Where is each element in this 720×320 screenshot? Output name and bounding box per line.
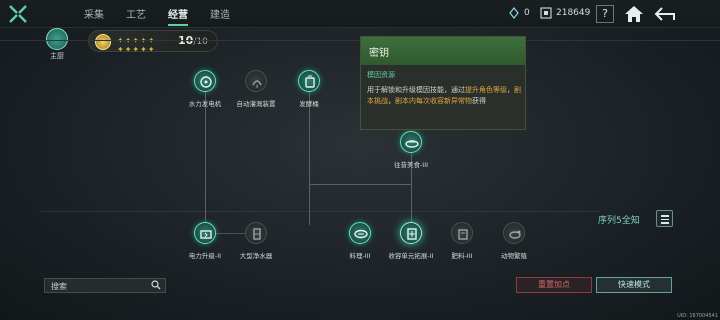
user-id: UID: 167004541 [677,313,718,319]
nav-tabs: 采集 工艺 经营 建造 [84,6,230,26]
character-avatar[interactable] [46,28,68,50]
node-label: 往昔美食-III [393,161,429,169]
tooltip-category: 模因资源 [367,71,395,79]
node-label: 大型净水器 [239,252,273,260]
tree-line [205,91,206,225]
sequence-menu-button[interactable] [656,210,673,227]
animal-icon [509,230,521,239]
tree-line [309,91,310,225]
node-label: 水力发电机 [188,100,222,108]
irrigation-icon [252,80,262,88]
node-label: 肥料-III [451,252,473,260]
node-old-cuisine[interactable] [400,131,422,153]
currency1-value: 0 [524,8,530,18]
cooking-icon [354,229,368,239]
tooltip-description: 用于解锁和升级模因技能，通过提升角色等级，剧本挑战，剧本内每次收容新异常物获得 [367,86,521,105]
node-auto-irrigation[interactable] [245,70,267,92]
node-fertilizer[interactable] [451,222,473,244]
item-tooltip: 密钥 模因资源 用于解锁和升级模因技能，通过提升角色等级，剧本挑战，剧本内每次收… [360,36,526,130]
top-bar: 采集 工艺 经营 建造 0 218649 ? [0,0,720,28]
node-cooking[interactable] [349,222,371,244]
node-power-upgrade[interactable] [194,222,216,244]
crystal-currency-icon [509,7,519,19]
character-label: 主厨 [50,52,64,60]
containment-icon [407,228,417,240]
tab-craft[interactable]: 工艺 [126,6,146,26]
node-label: 自动灌溉装置 [236,100,276,108]
tree-line [40,211,600,212]
node-containment-unit[interactable] [400,222,422,244]
node-water-purifier[interactable] [245,222,267,244]
back-arrow-icon[interactable] [654,5,676,23]
purifier-icon [253,228,261,240]
power-icon [200,230,212,239]
tree-line [309,184,411,185]
search-icon[interactable] [151,280,161,290]
currency2-value: 218649 [556,8,591,18]
tab-gather[interactable]: 采集 [84,6,104,26]
dish-icon [405,140,419,148]
node-animal-breeding[interactable] [503,222,525,244]
node-fermenter[interactable] [298,70,320,92]
search-placeholder: 搜索 [51,282,67,291]
tab-manage[interactable]: 经营 [168,6,188,26]
node-label: 发酵桶 [299,100,319,108]
coin-currency-icon [540,7,552,19]
fermenter-icon [305,75,315,88]
node-label: 收容单元拓展-II [388,252,434,260]
generator-icon [200,76,212,88]
search-input[interactable]: 搜索 [44,278,166,293]
help-button[interactable]: ? [596,5,614,23]
node-label: 动物繁殖 [501,252,527,260]
rank-medal-icon [95,34,111,50]
reset-points-button[interactable]: 重置加点 [516,277,592,293]
sequence-label: 序列5全知 [598,216,640,226]
fertilizer-icon [458,229,468,240]
node-hydro-generator[interactable] [194,70,216,92]
home-icon[interactable] [624,5,644,23]
tooltip-title: 密钥 [361,37,525,65]
tab-build[interactable]: 建造 [210,6,230,26]
node-label: 料理-III [349,252,371,260]
quick-mode-button[interactable]: 快速模式 [596,277,672,293]
game-logo-icon[interactable] [8,4,28,24]
rank-stars-icon: ✦✦✦✦✦✦✦✦✦✦ [117,36,156,54]
node-label: 电力升级-II [188,252,222,260]
